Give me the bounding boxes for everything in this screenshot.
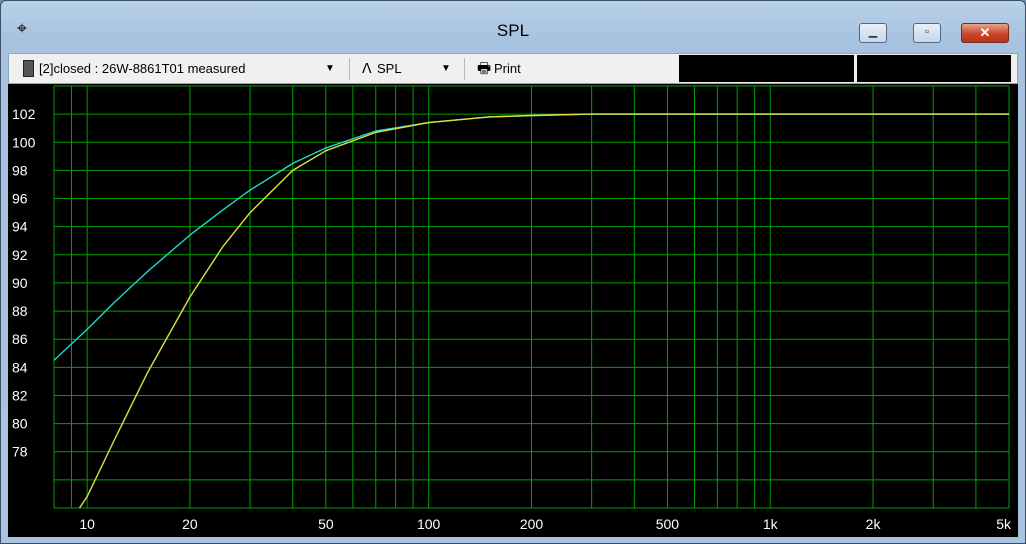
x-tick-label: 20 (182, 516, 198, 532)
y-tick-label: 84 (12, 359, 28, 375)
y-tick-label: 88 (12, 303, 28, 319)
maximize-button[interactable]: ▫ (913, 23, 941, 43)
x-tick-label: 1k (763, 516, 779, 532)
y-tick-label: 82 (12, 387, 28, 403)
title-bar[interactable]: ⌖ SPL ▁ ▫ ✕ (1, 1, 1025, 53)
x-tick-label: 500 (656, 516, 680, 532)
y-tick-label: 92 (12, 247, 28, 263)
print-button[interactable]: Print (494, 54, 521, 83)
spl-chart[interactable]: 78 80 82 84 86 88 90 92 94 96 98 100 102 10 20 50 100 200… (8, 84, 1018, 537)
readout-box-2 (857, 55, 1011, 82)
spl-curve-icon: ᐱ (362, 60, 372, 76)
y-tick-label: 102 (12, 106, 36, 122)
toolbar: [2]closed : 26W-8861T01 measured ▼ ᐱ SPL… (8, 53, 1018, 84)
printer-icon: 🖶 (477, 60, 492, 77)
spl-window: ⌖ SPL ▁ ▫ ✕ [2]closed : 26W-8861T01 meas… (0, 0, 1026, 544)
x-tick-label: 10 (79, 516, 95, 532)
dropdown-arrow-icon[interactable]: ▼ (325, 54, 335, 83)
minimize-button[interactable]: ▁ (859, 23, 887, 43)
maximize-icon: ▫ (925, 26, 929, 38)
y-tick-label: 78 (12, 444, 28, 460)
y-tick-label: 90 (12, 275, 28, 291)
y-tick-label: 98 (12, 162, 28, 178)
minimize-icon: ▁ (868, 26, 878, 38)
readout-box-1 (679, 55, 854, 82)
spl-selector[interactable]: SPL (377, 54, 402, 83)
x-tick-label: 5k (996, 516, 1012, 532)
toolbar-separator (464, 58, 465, 80)
y-tick-label: 80 (12, 416, 28, 432)
close-icon: ✕ (979, 25, 991, 40)
x-tick-label: 100 (417, 516, 441, 532)
x-tick-label: 200 (520, 516, 544, 532)
dropdown-arrow-icon[interactable]: ▼ (441, 54, 451, 83)
speaker-file-icon (23, 60, 34, 77)
y-tick-label: 94 (12, 219, 28, 235)
toolbar-separator (349, 58, 350, 80)
close-button[interactable]: ✕ (961, 23, 1009, 43)
y-tick-label: 100 (12, 134, 36, 150)
x-tick-label: 50 (318, 516, 334, 532)
x-tick-label: 2k (866, 516, 882, 532)
spl-chart-svg[interactable]: 78 80 82 84 86 88 90 92 94 96 98 100 102 10 20 50 100 200… (8, 84, 1018, 537)
driver-selector[interactable]: [2]closed : 26W-8861T01 measured (39, 54, 245, 83)
y-tick-label: 96 (12, 191, 28, 207)
y-tick-label: 86 (12, 331, 28, 347)
